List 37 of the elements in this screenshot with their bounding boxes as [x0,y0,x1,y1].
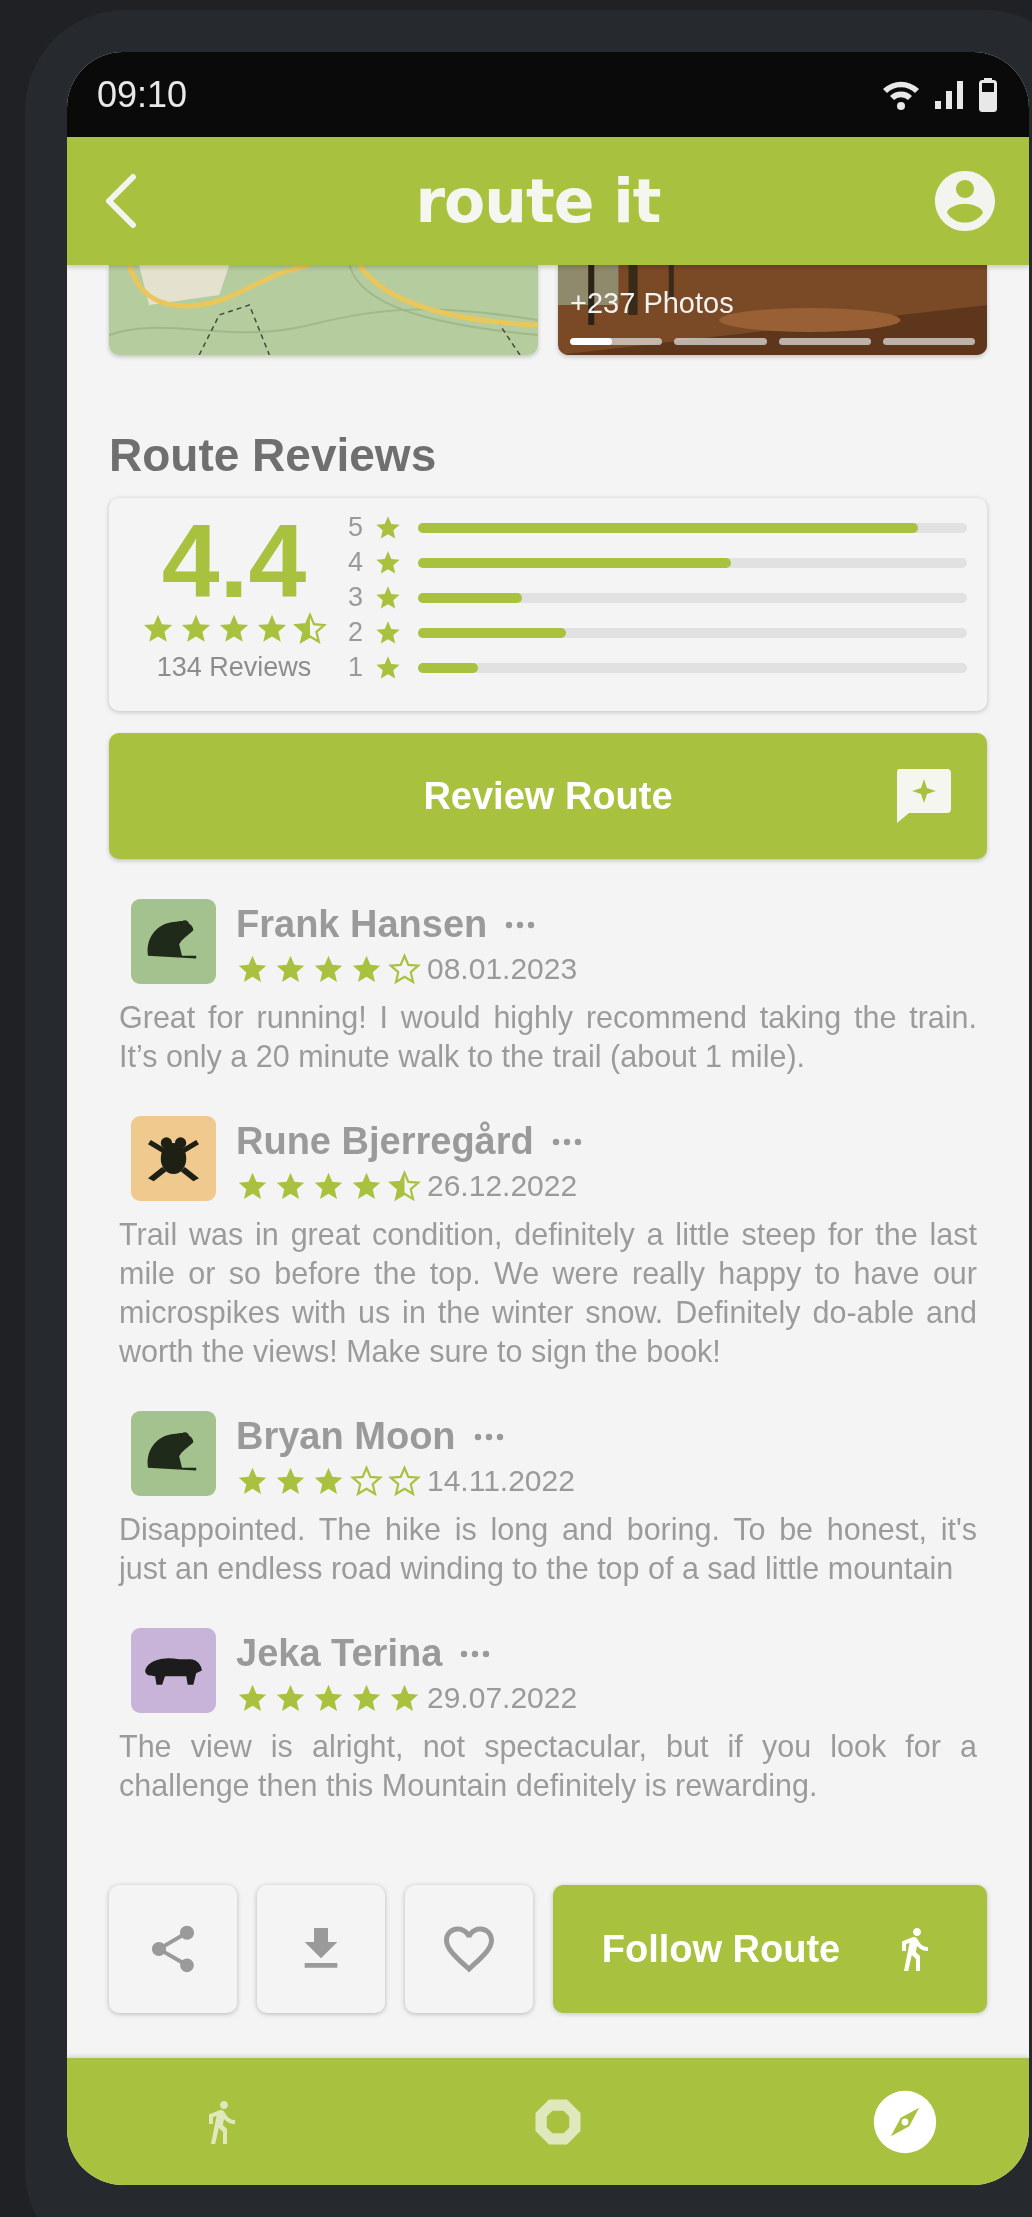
review-date: 26.12.2022 [427,1169,578,1203]
reviewer-name: Frank Hansen [236,903,488,946]
review-date: 14.11.2022 [427,1464,575,1498]
star-level-label: 1 [348,652,365,683]
download-button[interactable] [257,1885,385,2013]
battery-icon [979,77,997,112]
reviewer-name: Jeka Terina [236,1632,443,1675]
reviewer-name: Bryan Moon [236,1415,456,1458]
reviewer-name: Rune Bjerregård [236,1120,534,1163]
share-button[interactable] [109,1885,237,2013]
app-title: route it [415,166,661,236]
more-icon[interactable] [473,1432,504,1441]
add-comment-icon [895,769,951,823]
review-text: Disappointed. The hike is long and boring. To be honest, it's just an endless road winding to the top of a sad little mountain [119,1511,977,1588]
favorite-button[interactable] [405,1885,533,2013]
review-count: 134 Reviews [156,652,312,683]
profile-icon[interactable] [935,171,995,231]
review-text: The view is alright, not spectacular, but if you look for a challenge then this Mountain definitely is rewarding. [119,1728,977,1805]
section-title: Route Reviews [109,428,438,483]
bear-icon [145,1658,202,1685]
photo-count: +237 Photos [570,287,734,320]
star-level-label: 3 [348,582,365,613]
review-route-button[interactable]: Review Route [109,733,987,859]
review-text: Great for running! I would highly recommend taking the train. It’s only a 20 minute walk to the trail (about 1 mile). [119,999,977,1076]
star-level-label: 4 [348,547,365,578]
follow-route-button[interactable]: Follow Route [553,1885,987,2013]
more-icon[interactable] [505,920,536,929]
star-level-label: 5 [348,512,365,543]
review-date: 29.07.2022 [427,1681,578,1715]
more-icon[interactable] [460,1649,491,1658]
more-icon[interactable] [551,1137,582,1146]
status-time: 09:10 [97,73,188,116]
review-date: 08.01.2023 [427,952,578,986]
star-level-label: 2 [348,617,365,648]
average-rating: 4.4 [161,510,307,612]
signal-icon [935,78,965,111]
review-text: Trail was in great condition, definitely a little steep for the last mile or so before the top. We were really happy to have our microspikes with us in the winter snow. Definitely do-able and worth the views! Make sure to sign the book! [119,1216,977,1371]
